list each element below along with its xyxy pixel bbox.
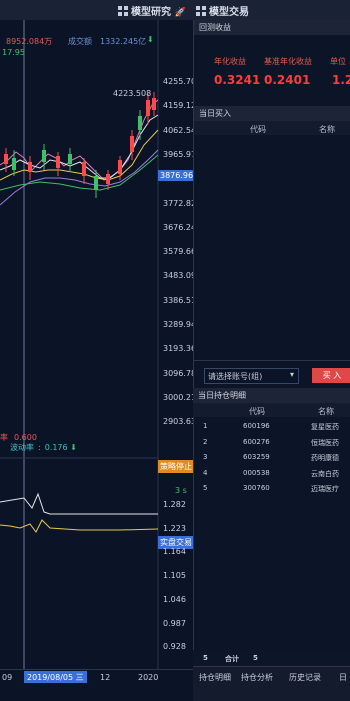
holding-idx: 3 [203,453,208,461]
high-marker: 4223.508 [113,89,152,98]
stat-value: 0.3241 [214,73,261,87]
holding-code: 000538 [243,468,270,477]
holding-code: 300760 [243,484,270,492]
rocket-icon: 🚀 [174,8,186,18]
amount-text: 8952.084万 [6,37,53,46]
holdings-col-code: 代码 [249,407,265,416]
holding-name: 药明康德 [311,454,339,462]
model-trade-label: 模型交易 [209,7,249,18]
indicator1-label: 率 [0,433,8,442]
buy-col-name: 名称 [319,125,335,134]
x-axis: 09 2019/08/05 三 12 2020 [0,669,193,684]
buy-header-label: 当日买入 [199,109,231,118]
stat-label: 年化收益 [214,57,246,66]
strategy-stop-button[interactable]: 策略停止 [158,460,194,473]
table-row[interactable]: 1 600196 复星医药 [193,420,350,434]
indicator2-label: 波动率 [10,443,34,452]
indicator1-value: 0.600 [14,433,37,442]
holding-idx: 5 [203,484,208,492]
table-row[interactable]: 2 600276 恒瑞医药 [193,436,350,450]
holding-name: 复星医药 [311,423,339,431]
stat-value: 0.2401 [264,73,311,87]
indicator-axis-label: 1.164 [163,547,186,557]
table-row[interactable]: 4 000538 云南白药 [193,467,350,481]
indicator-axis-label: 1.282 [163,500,186,509]
returns-header-label: 回测收益 [199,23,231,32]
arrow-down-icon: ⬇ [147,35,154,44]
x-axis-left-label: 09 [2,673,13,682]
holding-idx: 4 [203,468,208,477]
holdings-header: 当日持仓明细 [193,388,350,403]
x-axis-mid-label: 12 [100,673,111,682]
holding-idx: 2 [203,437,208,446]
buy-col-code: 代码 [250,125,266,134]
holding-code: 603259 [243,453,270,461]
model-research-tab[interactable]: 模型研究 🚀 [118,3,186,18]
right-panel: 回测收益 当日买入 代码 名称 年化收益 0.3241 基准年化收益 0.2401 单位… [193,20,350,680]
table-row[interactable]: 5 300760 迈瑞医疗 [193,482,350,496]
volume-label: 成交额 [68,37,92,46]
kline-chart[interactable]: 8952.084万 成交额 1332.245亿 ⬇ 17.95 4223.508… [0,20,201,680]
volume-value: 1332.245亿 [100,37,147,46]
chart-footer [0,683,193,700]
holding-name: 恒瑞医药 [311,438,339,447]
summary-row: 5 合计 5 [193,650,350,666]
bottom-tabs: 持仓明细 持仓分析 历史记录 日 [193,666,350,701]
model-trade-tab[interactable]: 模型交易 [196,3,249,18]
buy-button[interactable]: 买 入 [312,368,350,383]
tab-history[interactable]: 历史记录 [289,672,321,683]
buy-header: 当日买入 [194,106,350,121]
table-row[interactable]: 3 603259 药明康德 [193,451,350,465]
buy-table-header: 代码 名称 [194,121,350,135]
summary-total-value: 5 [253,654,258,662]
account-select[interactable]: 请选择账号(组) ▾ [204,368,299,384]
holding-code: 600196 [243,422,270,430]
tab-holdings-detail[interactable]: 持仓明细 [199,672,231,683]
holding-name: 迈瑞医疗 [311,485,339,493]
indicator-axis-label: 1.223 [163,523,186,533]
holdings-table-header: 代码 名称 [193,403,350,417]
model-research-label: 模型研究 [131,7,171,18]
account-select-value: 请选择账号(组) [208,372,263,381]
indicator-axis-label: 1.046 [163,594,186,604]
returns-header: 回测收益 [194,20,350,35]
holding-code: 600276 [243,437,270,446]
holding-idx: 1 [203,422,208,430]
stat-value: 1.29 [332,73,350,87]
chevron-down-icon: ▾ [289,370,294,379]
tab-daily[interactable]: 日 [339,672,347,683]
stat-label: 单位 [330,57,346,66]
holdings-header-label: 当日持仓明细 [198,391,246,400]
indicator-axis-label: 0.987 [163,618,186,628]
summary-total-label: 合计 [225,655,239,663]
ratio-text: 17.95 [2,48,25,57]
arrow-down-icon: ⬇ [70,443,77,452]
candles [4,92,156,198]
seconds-text: 3 s [175,486,187,495]
x-axis-right-label: 2020 [138,673,159,682]
grid-icon [118,6,128,16]
summary-count: 5 [203,654,208,662]
stat-label: 基准年化收益 [264,57,312,66]
tab-holdings-analysis[interactable]: 持仓分析 [241,672,273,683]
holdings-col-name: 名称 [318,407,334,416]
holding-name: 云南白药 [311,469,339,478]
grid-icon [196,6,206,16]
top-bar: 模型研究 🚀 模型交易 [0,0,350,21]
indicator-axis-label: 0.928 [163,642,186,652]
indicator-axis-label: 1.105 [163,571,186,581]
indicator2-value: 0.176 [44,443,68,452]
